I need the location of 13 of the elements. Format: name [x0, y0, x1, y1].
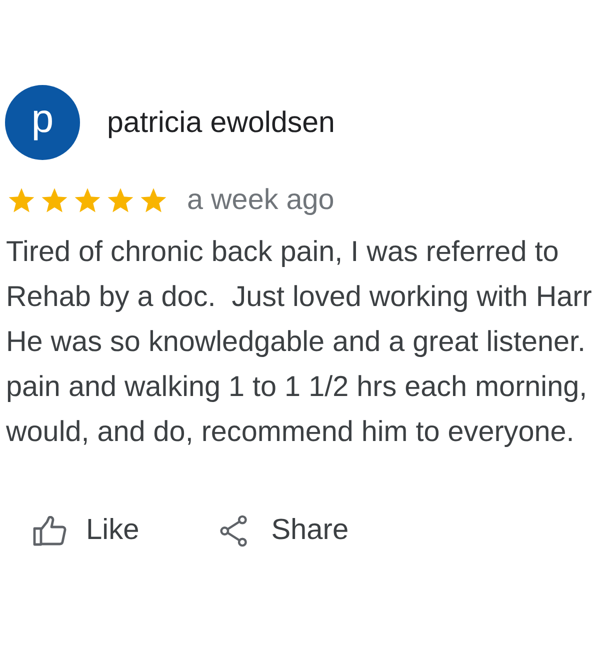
- author-name: patricia ewoldsen: [107, 106, 335, 140]
- star-icon: [140, 188, 167, 214]
- like-button[interactable]: Like: [33, 513, 140, 548]
- share-button[interactable]: Share: [220, 513, 349, 548]
- star-icon: [107, 188, 134, 214]
- star-icon: [8, 188, 35, 214]
- share-icon: [220, 514, 248, 546]
- avatar-circle: p: [5, 85, 80, 160]
- star-icon: [74, 188, 101, 214]
- star-icon: [41, 188, 68, 214]
- thumbs-up-icon: [33, 516, 67, 546]
- review-text: Tired of chronic back pain, I was referred to Rehab by a doc. Just loved working with Harr He was so knowledgable and a great listener. pain and walking 1 to 1 1/2 hrs each morning, would, and do, recommend him to everyone.: [6, 235, 593, 450]
- review-time: a week ago: [187, 184, 334, 218]
